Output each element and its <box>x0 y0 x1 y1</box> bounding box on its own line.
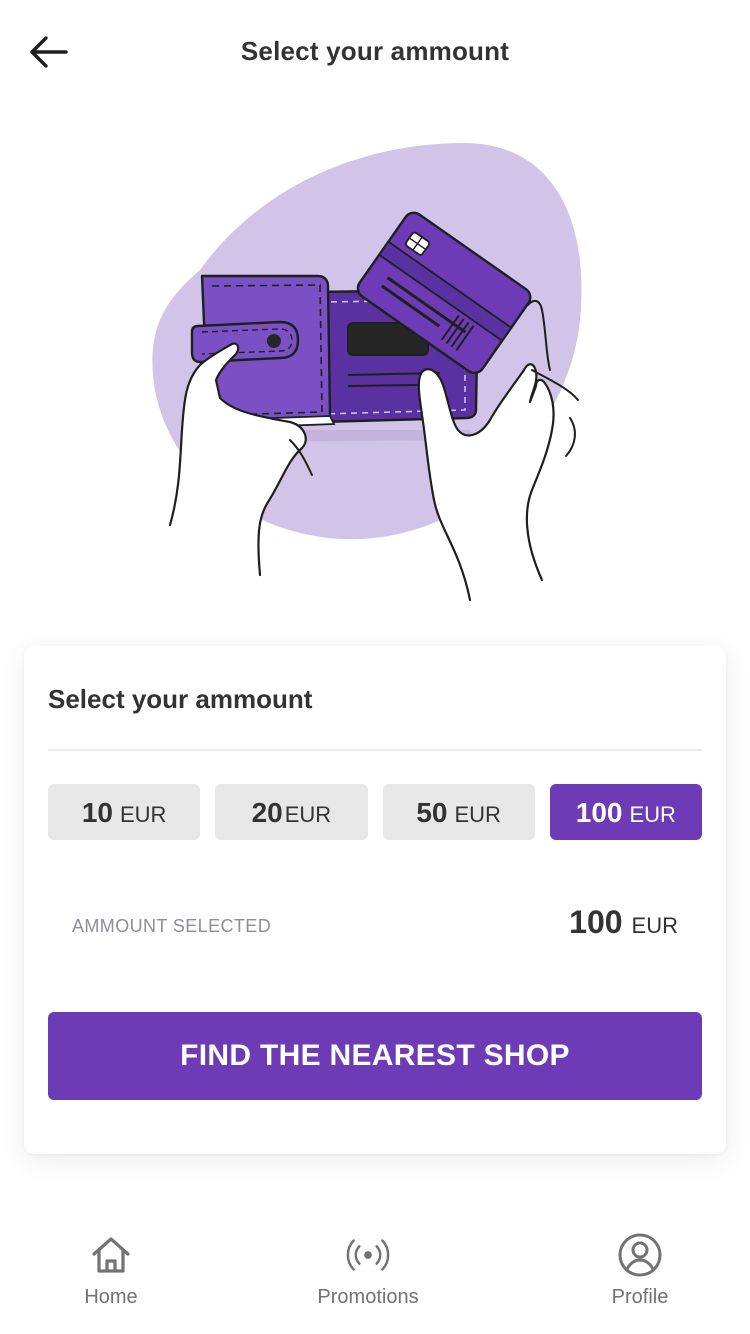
amount-option-currency: EUR <box>454 802 501 827</box>
page-title: Select your ammount <box>240 36 510 66</box>
amount-option-currency: EUR <box>119 802 167 827</box>
tab-label: Promotions <box>317 1286 419 1308</box>
amount-option-10[interactable]: 10 EUR <box>48 784 201 840</box>
selected-amount-number: 100 <box>569 904 623 940</box>
header: Select your ammount <box>0 0 750 104</box>
selected-amount-value: 100 EUR <box>569 904 678 941</box>
amount-option-value: 50 <box>416 797 448 828</box>
amount-option-value: 100 <box>575 797 623 828</box>
amount-option-value: 10 <box>81 797 113 828</box>
user-circle-icon <box>617 1232 663 1278</box>
tab-promotions[interactable]: Promotions <box>278 1232 458 1309</box>
divider <box>48 749 702 751</box>
selected-amount-row: AMMOUNT SELECTED 100 EUR <box>72 904 678 948</box>
selected-amount-currency: EUR <box>631 913 678 938</box>
bottom-tab-bar: Home Promotions Profile <box>0 1210 750 1334</box>
wallet-clasp <box>190 320 300 364</box>
selected-amount-label: AMMOUNT SELECTED <box>72 916 272 936</box>
amount-option-50[interactable]: 50 EUR <box>382 784 535 840</box>
broadcast-icon <box>345 1232 391 1278</box>
amount-option-currency: EUR <box>629 802 676 827</box>
amount-option-currency: EUR <box>284 802 332 827</box>
tab-label: Home <box>84 1286 138 1308</box>
amount-card: Select your ammount 10 EUR 20 EUR 50 EUR… <box>24 646 726 1154</box>
find-nearest-shop-button[interactable]: FIND THE NEAREST SHOP <box>48 1012 702 1100</box>
amount-option-value: 20 <box>251 797 283 828</box>
wallet-illustration <box>140 130 610 610</box>
amount-option-100[interactable]: 100 EUR <box>549 784 702 840</box>
amount-option-20[interactable]: 20 EUR <box>215 784 368 840</box>
home-icon <box>88 1232 134 1278</box>
tab-home[interactable]: Home <box>21 1232 201 1309</box>
amount-options: 10 EUR 20 EUR 50 EUR 100 EUR <box>48 784 702 840</box>
tab-label: Profile <box>611 1286 669 1308</box>
tab-profile[interactable]: Profile <box>550 1232 730 1309</box>
card-title: Select your ammount <box>48 684 313 714</box>
